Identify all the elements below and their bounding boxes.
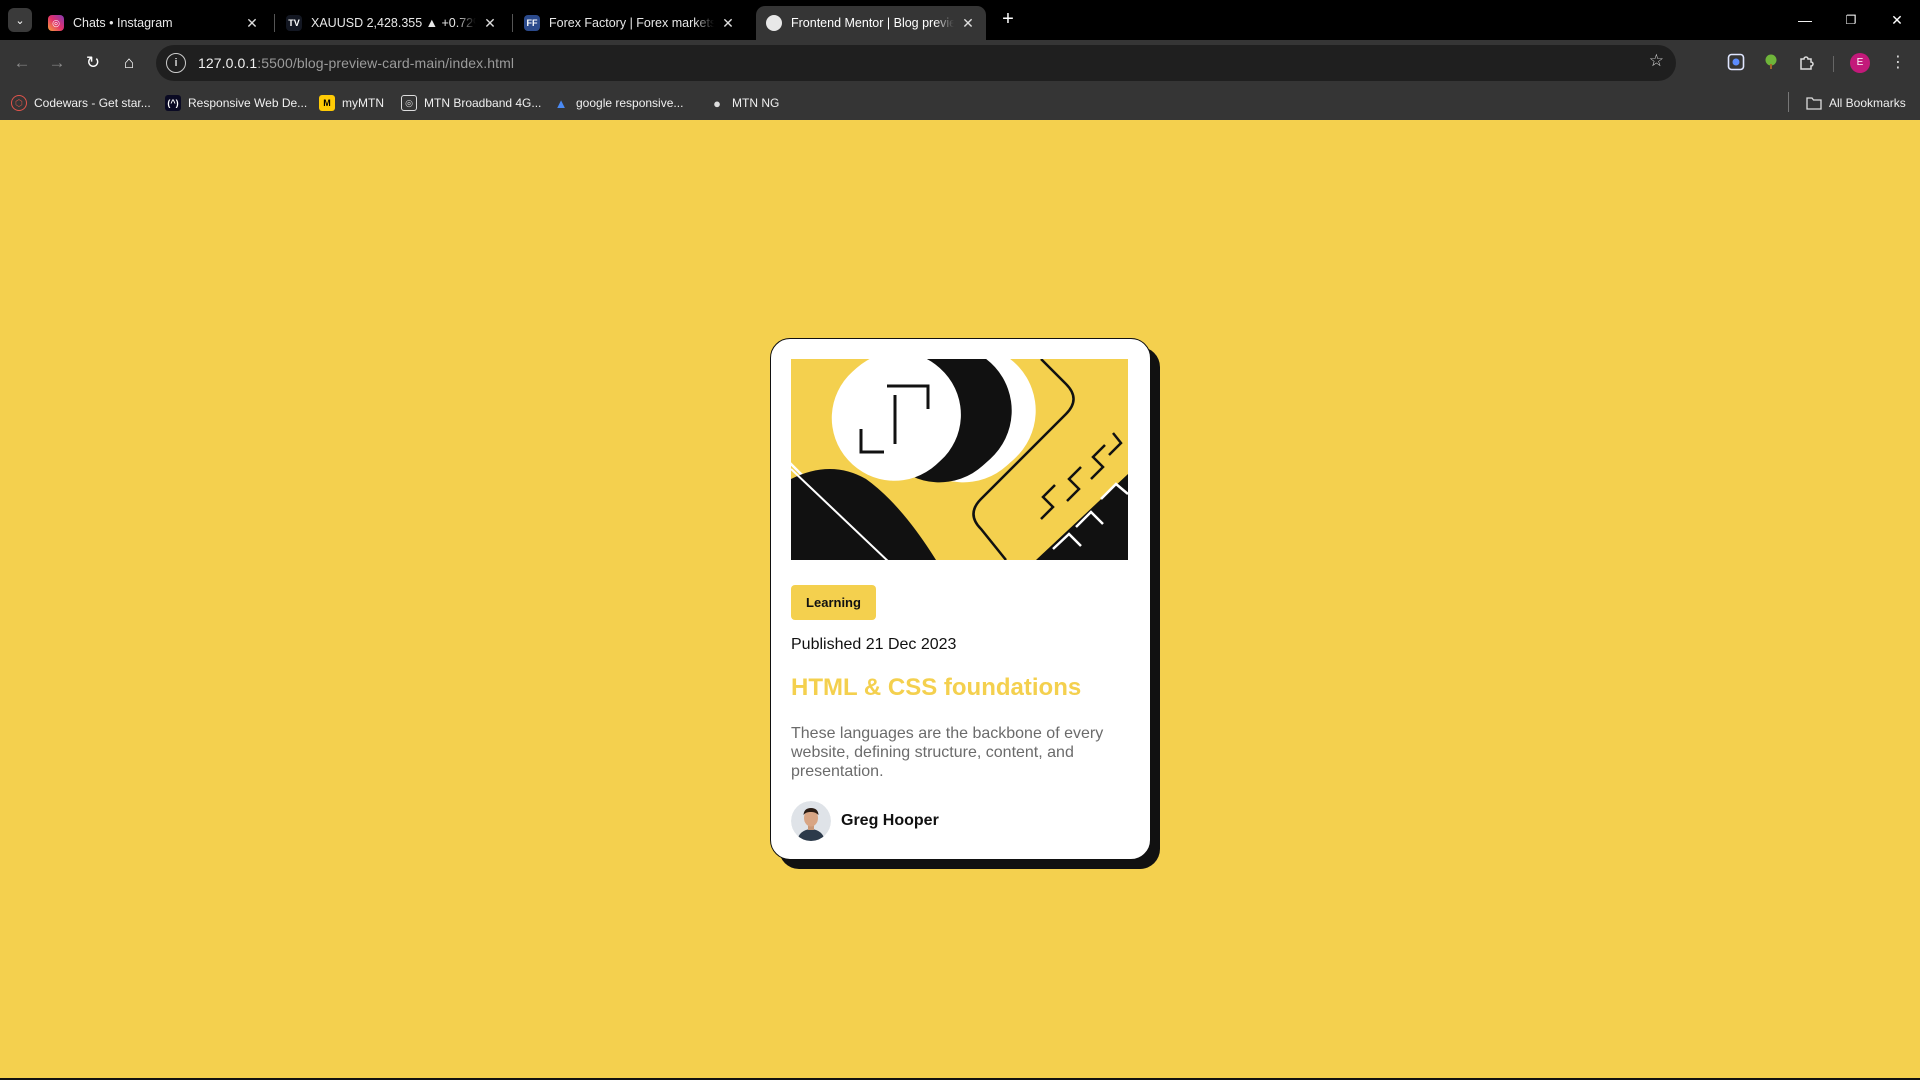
tab-frontend-mentor[interactable]: Frontend Mentor | Blog preview card ✕ xyxy=(756,6,986,40)
folder-icon xyxy=(1806,95,1822,111)
bookmark-mymtn[interactable]: M myMTN xyxy=(319,94,384,112)
globe-icon: ● xyxy=(713,95,721,111)
home-button[interactable]: ⌂ xyxy=(116,50,142,76)
avatar xyxy=(791,801,831,841)
tab-title: Frontend Mentor | Blog preview card xyxy=(791,16,954,30)
bookmark-label: MTN NG xyxy=(732,96,780,110)
extension-shield-icon[interactable] xyxy=(1725,51,1747,73)
bookmarks-bar: ⬡ Codewars - Get star... (^) Responsive … xyxy=(0,86,1920,120)
bookmark-codewars[interactable]: ⬡ Codewars - Get star... xyxy=(11,94,151,112)
forward-button[interactable]: → xyxy=(44,50,70,76)
extensions-puzzle-icon[interactable] xyxy=(1796,51,1818,73)
page-viewport: Learning Published 21 Dec 2023 HTML & CS… xyxy=(0,120,1920,1078)
bookmark-label: Responsive Web De... xyxy=(188,96,308,110)
tab-title: XAUUSD 2,428.355 ▲ +0.72% Unnamed xyxy=(311,16,476,30)
tab-title: Forex Factory | Forex markets for the sm… xyxy=(549,16,714,30)
menu-dots-icon[interactable]: ⋮ xyxy=(1887,51,1909,73)
window-close-button[interactable]: ✕ xyxy=(1882,8,1912,32)
tab-close-icon[interactable]: ✕ xyxy=(720,15,736,32)
illustration-graphic xyxy=(791,359,1128,560)
tab-forex-factory[interactable]: FF Forex Factory | Forex markets for the… xyxy=(514,6,746,40)
bookmark-label: Codewars - Get star... xyxy=(34,96,151,110)
bookmark-label: MTN Broadband 4G... xyxy=(424,96,542,110)
tab-close-icon[interactable]: ✕ xyxy=(960,15,976,32)
all-bookmarks-button[interactable]: All Bookmarks xyxy=(1806,94,1906,112)
reload-button[interactable]: ↻ xyxy=(80,50,106,76)
address-bar[interactable]: i 127.0.0.1:5500/blog-preview-card-main/… xyxy=(156,45,1676,81)
globe-icon xyxy=(766,15,782,31)
author-info: Greg Hooper xyxy=(791,801,939,841)
tab-separator xyxy=(274,14,275,32)
author-name: Greg Hooper xyxy=(841,812,939,829)
minimize-button[interactable]: — xyxy=(1790,8,1820,32)
codewars-icon: ⬡ xyxy=(11,95,27,111)
mtn-broadband-icon: ◎ xyxy=(401,95,417,111)
bookmark-label: myMTN xyxy=(342,96,384,110)
tab-xauusd[interactable]: TV XAUUSD 2,428.355 ▲ +0.72% Unnamed ✕ xyxy=(276,6,508,40)
tab-close-icon[interactable]: ✕ xyxy=(244,15,260,32)
tab-close-icon[interactable]: ✕ xyxy=(482,15,498,32)
toolbar-divider xyxy=(1833,56,1834,72)
card-description: These languages are the backbone of ever… xyxy=(791,725,1104,780)
freecodecamp-icon: (^) xyxy=(165,95,181,111)
new-tab-button[interactable]: + xyxy=(996,8,1020,32)
bookmarks-divider xyxy=(1788,92,1789,112)
category-tag: Learning xyxy=(791,585,876,620)
google-ads-icon: ▲ xyxy=(554,95,568,111)
site-info-icon[interactable]: i xyxy=(166,53,186,73)
tab-title: Chats • Instagram xyxy=(73,16,173,30)
blog-preview-card: Learning Published 21 Dec 2023 HTML & CS… xyxy=(770,338,1151,860)
bookmark-label: google responsive... xyxy=(576,96,684,110)
tab-search-button[interactable]: ⌄ xyxy=(8,8,32,32)
blog-illustration xyxy=(791,359,1128,560)
mtn-icon: M xyxy=(319,95,335,111)
card-title[interactable]: HTML & CSS foundations xyxy=(791,674,1081,702)
forexfactory-icon: FF xyxy=(524,15,540,31)
browser-toolbar: ← → ↻ ⌂ i 127.0.0.1:5500/blog-preview-ca… xyxy=(0,40,1920,86)
all-bookmarks-label: All Bookmarks xyxy=(1829,96,1906,110)
instagram-icon: ◎ xyxy=(48,15,64,31)
extension-tree-icon[interactable] xyxy=(1760,51,1782,73)
tab-instagram[interactable]: ◎ Chats • Instagram ✕ xyxy=(38,6,270,40)
profile-avatar[interactable]: E xyxy=(1850,53,1870,73)
restore-button[interactable]: ❐ xyxy=(1836,8,1866,32)
bookmark-mtn-broadband[interactable]: ◎ MTN Broadband 4G... xyxy=(401,94,541,112)
bookmark-google-responsive[interactable]: ▲ google responsive... xyxy=(553,94,684,112)
bookmark-star-icon[interactable]: ☆ xyxy=(1649,51,1664,71)
bookmark-mtn-ng[interactable]: ● MTN NG xyxy=(709,94,779,112)
tradingview-icon: TV xyxy=(286,15,302,31)
address-url[interactable]: 127.0.0.1:5500/blog-preview-card-main/in… xyxy=(198,55,514,71)
back-button[interactable]: ← xyxy=(9,50,35,76)
tab-strip: ⌄ ◎ Chats • Instagram ✕ TV XAUUSD 2,428.… xyxy=(0,0,1920,40)
published-date: Published 21 Dec 2023 xyxy=(791,636,957,653)
bookmark-freecodecamp[interactable]: (^) Responsive Web De... xyxy=(165,94,307,112)
tab-separator xyxy=(512,14,513,32)
